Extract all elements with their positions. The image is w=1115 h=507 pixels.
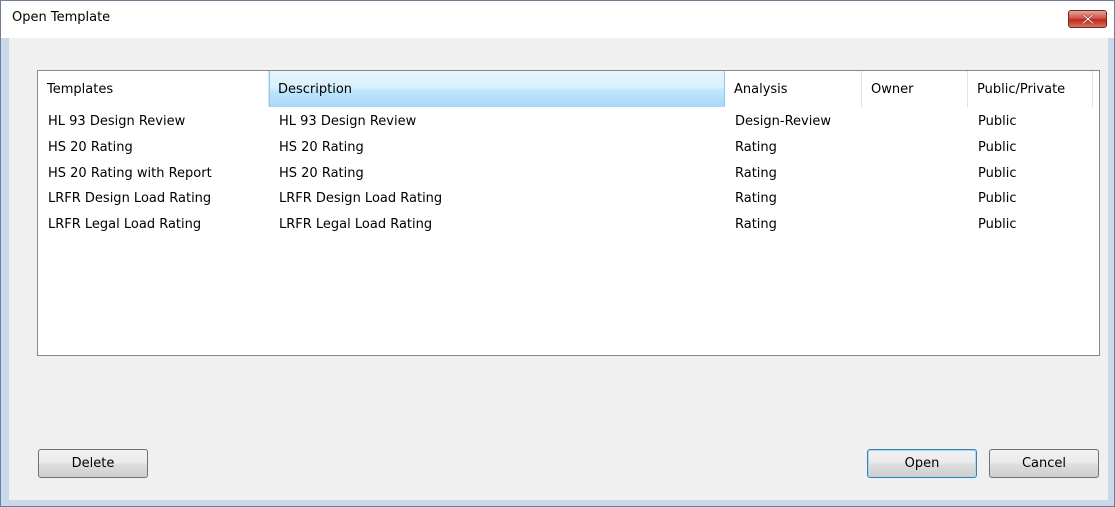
close-button[interactable]: [1068, 10, 1107, 28]
cell-analysis: Rating: [735, 139, 777, 155]
cell-description: HS 20 Rating: [279, 165, 364, 181]
list-rows: HL 93 Design Review HL 93 Design Review …: [38, 109, 1099, 238]
list-header: Templates Description Analysis Owner Pub…: [38, 71, 1099, 107]
cell-owner: [862, 186, 872, 212]
cell-visibility: Public: [978, 191, 1017, 207]
column-header-owner[interactable]: Owner: [862, 71, 968, 107]
list-row[interactable]: HL 93 Design Review HL 93 Design Review …: [38, 109, 1099, 135]
cell-visibility: Public: [978, 165, 1017, 181]
cell-template: HS 20 Rating with Report: [48, 165, 212, 181]
close-icon: [1082, 14, 1094, 24]
list-row[interactable]: LRFR Design Load Rating LRFR Design Load…: [38, 186, 1099, 212]
cell-analysis: Rating: [735, 217, 777, 233]
cancel-button[interactable]: Cancel: [989, 449, 1099, 478]
column-header-description[interactable]: Description: [269, 71, 725, 107]
list-row[interactable]: LRFR Legal Load Rating LRFR Legal Load R…: [38, 212, 1099, 238]
dialog-body: Templates Description Analysis Owner Pub…: [9, 38, 1108, 500]
dialog-title: Open Template: [12, 10, 111, 25]
templates-list[interactable]: Templates Description Analysis Owner Pub…: [37, 70, 1100, 356]
cell-template: LRFR Design Load Rating: [48, 191, 212, 207]
cell-owner: [862, 109, 872, 135]
title-bar[interactable]: Open Template: [1, 1, 1114, 38]
cell-analysis: Rating: [735, 165, 777, 181]
open-button[interactable]: Open: [867, 449, 977, 478]
column-header-analysis[interactable]: Analysis: [725, 71, 862, 107]
cell-description: LRFR Legal Load Rating: [279, 217, 433, 233]
cell-analysis: Rating: [735, 191, 777, 207]
delete-button[interactable]: Delete: [38, 449, 148, 478]
list-row[interactable]: HS 20 Rating HS 20 Rating Rating Public: [38, 135, 1099, 161]
column-header-templates[interactable]: Templates: [38, 71, 269, 107]
cell-template: HS 20 Rating: [48, 139, 133, 155]
cell-description: HL 93 Design Review: [279, 114, 417, 129]
open-template-dialog: Open Template Templates Description Anal…: [0, 0, 1115, 507]
cell-description: HS 20 Rating: [279, 139, 364, 155]
cell-description: LRFR Design Load Rating: [279, 191, 443, 207]
cell-analysis: Design-Review: [735, 114, 831, 129]
cell-template: LRFR Legal Load Rating: [48, 217, 202, 233]
cell-owner: [862, 212, 872, 238]
cell-template: HL 93 Design Review: [48, 114, 186, 129]
cell-visibility: Public: [978, 217, 1017, 233]
column-header-public-private[interactable]: Public/Private: [968, 71, 1093, 107]
cell-owner: [862, 161, 872, 187]
cell-visibility: Public: [978, 139, 1017, 155]
cell-owner: [862, 135, 872, 161]
cell-visibility: Public: [978, 114, 1017, 129]
list-row[interactable]: HS 20 Rating with Report HS 20 Rating Ra…: [38, 161, 1099, 187]
